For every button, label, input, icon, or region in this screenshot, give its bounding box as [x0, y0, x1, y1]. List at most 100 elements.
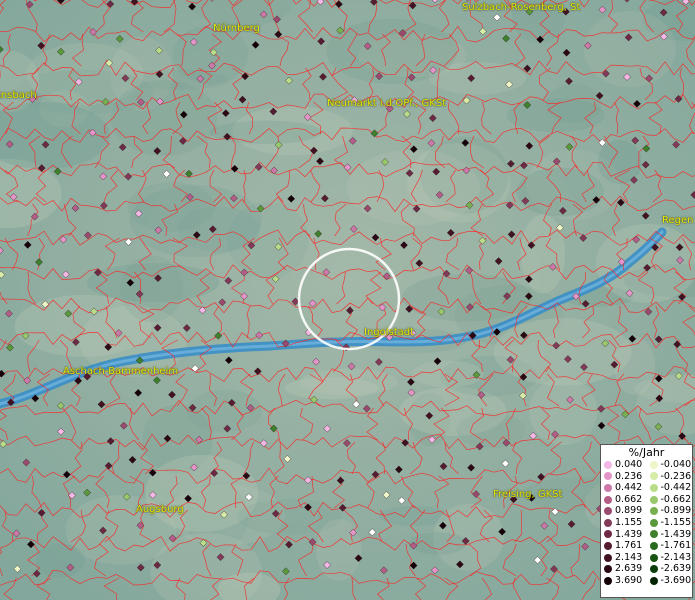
legend-row: 0.442 -0.442 [601, 482, 692, 494]
legend-entry-negative: -3.690 [647, 575, 693, 587]
legend-value: -1.761 [660, 540, 692, 552]
legend-swatch [604, 495, 612, 504]
legend-entry-positive: 0.040 [601, 459, 647, 471]
legend-value: 0.040 [615, 459, 643, 470]
legend-swatch [604, 576, 612, 585]
relief-patch [411, 360, 484, 388]
relief-patch [346, 149, 480, 226]
legend-value: 0.236 [615, 470, 643, 482]
legend-entry-negative: -2.639 [647, 563, 693, 575]
legend-swatch [649, 483, 658, 492]
legend-rows: 0.040 -0.040 0.236 -0.236 0.442 -0.442 0.662 -0… [601, 459, 692, 587]
legend-entry-positive: 0.899 [601, 505, 647, 517]
legend-swatch [604, 518, 612, 527]
legend-value: -0.442 [660, 482, 692, 494]
legend-entry-negative: -2.143 [647, 552, 693, 564]
legend-row: 2.639 -2.639 [601, 563, 692, 575]
legend-swatch [604, 565, 612, 574]
relief-patch [177, 206, 260, 253]
legend-swatch [604, 507, 612, 516]
legend-value: 1.155 [615, 516, 643, 528]
legend-swatch [604, 553, 612, 562]
legend-value: -0.899 [660, 505, 692, 517]
legend-value: -2.639 [660, 563, 692, 575]
legend-value: 2.639 [615, 563, 643, 575]
legend-row: 0.040 -0.040 [601, 459, 692, 471]
legend-row: 0.899 -0.899 [601, 505, 692, 517]
legend-entry-negative: -1.155 [647, 517, 693, 529]
legend-swatch [649, 530, 658, 539]
legend-swatch [649, 541, 658, 550]
legend-entry-positive: 1.761 [601, 540, 647, 552]
legend-value: -2.143 [660, 551, 692, 563]
legend-swatch [604, 530, 612, 539]
legend-swatch [649, 518, 658, 527]
legend-entry-positive: 0.236 [601, 471, 647, 483]
legend-value: 2.143 [615, 551, 643, 563]
legend-swatch [649, 460, 658, 469]
legend-value: 0.662 [615, 493, 643, 505]
legend-title: %/Jahr [628, 446, 665, 459]
legend-entry-positive: 0.662 [601, 494, 647, 506]
legend-entry-negative: -1.761 [647, 540, 693, 552]
legend-value: 0.442 [615, 482, 643, 494]
relief-patch [516, 167, 604, 217]
relief-patch [316, 518, 362, 581]
legend-swatch [649, 565, 658, 574]
city-label-ingolstadt: Ingolstadt [364, 327, 415, 338]
legend-entry-negative: -0.040 [647, 459, 693, 471]
relief-patch [493, 318, 632, 386]
legend-entry-negative: -1.439 [647, 529, 693, 541]
legend-entry-positive: 0.442 [601, 482, 647, 494]
legend-swatch [604, 483, 612, 492]
map-legend: %/Jahr 0.040 -0.040 0.236 -0.236 0.442 -0.442… [600, 444, 693, 598]
legend-value: -0.662 [660, 493, 692, 505]
legend-value: -3.690 [660, 574, 692, 586]
legend-swatch [649, 576, 658, 585]
legend-row: 1.761 -1.761 [601, 540, 692, 552]
city-label-ansbach: Ansbach [0, 90, 37, 101]
legend-row: 3.690 -3.690 [601, 575, 692, 587]
city-label-aschach-bammenheim: Aschach-Bammenheim [63, 366, 179, 377]
legend-swatch [649, 495, 658, 504]
relief-patch [401, 273, 533, 322]
city-label-augsburg: Augsburg [136, 504, 184, 515]
city-label-freising: Freising, GKSt [493, 489, 563, 500]
city-label-sulzbach-rosenberg: Sulzbach-Rosenberg, St [462, 2, 581, 13]
legend-entry-negative: -0.236 [647, 471, 693, 483]
legend-swatch [649, 472, 658, 481]
legend-entry-negative: -0.662 [647, 494, 693, 506]
city-label-neumarkt: Neumarkt i.d.OPf., GKSt [327, 98, 447, 109]
legend-value: 0.899 [615, 505, 643, 517]
legend-entry-negative: -0.442 [647, 482, 693, 494]
legend-swatch [649, 553, 658, 562]
legend-swatch [604, 472, 612, 481]
legend-row: 1.155 -1.155 [601, 517, 692, 529]
legend-entry-positive: 3.690 [601, 575, 647, 587]
legend-swatch [649, 507, 658, 516]
legend-value: 3.690 [615, 574, 643, 586]
legend-row: 2.143 -2.143 [601, 552, 692, 564]
relief-patch [209, 120, 323, 144]
relief-patch [36, 543, 85, 578]
legend-entry-positive: 2.143 [601, 552, 647, 564]
legend-swatch [604, 541, 612, 550]
legend-entry-positive: 1.439 [601, 529, 647, 541]
legend-value: -0.236 [660, 470, 692, 482]
legend-value: -0.040 [660, 459, 692, 470]
relief-patch [529, 377, 598, 446]
legend-row: 1.439 -1.439 [601, 529, 692, 541]
relief-patch [120, 255, 184, 323]
legend-row: 0.662 -0.662 [601, 494, 692, 506]
legend-swatch [604, 460, 612, 469]
legend-row: 0.236 -0.236 [601, 471, 692, 483]
legend-entry-positive: 1.155 [601, 517, 647, 529]
city-label-nuernberg: Nürnberg [213, 23, 260, 34]
legend-entry-negative: -0.899 [647, 505, 693, 517]
legend-value: -1.439 [660, 528, 692, 540]
map-canvas[interactable] [0, 0, 695, 600]
map-view[interactable]: Nürnberg Sulzbach-Rosenberg, St Ansbach … [0, 0, 695, 600]
relief-patch [583, 11, 677, 88]
legend-entry-positive: 2.639 [601, 563, 647, 575]
city-label-regen: Regen [662, 215, 694, 226]
